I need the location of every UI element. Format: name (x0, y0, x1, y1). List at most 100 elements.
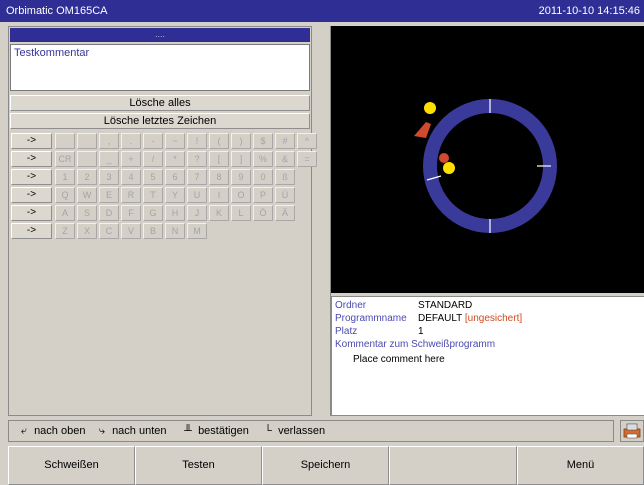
keyboard-row-6: -> Z X C V B N M (11, 223, 311, 239)
keyboard-key[interactable]: 6 (165, 169, 185, 185)
keyboard-key[interactable]: A (55, 205, 75, 221)
menu-button[interactable]: Menü (517, 446, 644, 485)
keyboard-key[interactable]: = (297, 151, 317, 167)
keyboard-key[interactable]: Z (55, 223, 75, 239)
keyboard-key[interactable]: ? (187, 151, 207, 167)
keyboard-key[interactable]: 0 (253, 169, 273, 185)
electrode-top-dot (424, 102, 436, 114)
keyboard-key[interactable]: H (165, 205, 185, 221)
keyboard-key[interactable]: ) (231, 133, 251, 149)
keyboard-key[interactable]: 1 (55, 169, 75, 185)
keyboard-key[interactable]: I (209, 187, 229, 203)
keyboard-key[interactable]: # (275, 133, 295, 149)
electrode-center-dot (443, 162, 455, 174)
orbit-diagram (414, 99, 557, 233)
pivot-dot (439, 153, 449, 163)
keyboard-row-3: -> 1 2 3 4 5 6 7 8 9 0 ß (11, 169, 311, 185)
keyboard-row-2: -> CR _ + / *?[]% & = (11, 151, 317, 167)
keyboard-key[interactable]: Ü (275, 187, 295, 203)
keyboard-key[interactable] (77, 151, 97, 167)
row-select-arrow-button[interactable]: -> (11, 133, 52, 149)
keyboard-key[interactable]: L (231, 205, 251, 221)
unsaved-flag: [ungesichert] (464, 313, 523, 324)
keyboard-key[interactable]: 7 (187, 169, 207, 185)
weld-button[interactable]: Schweißen (8, 446, 135, 485)
arrow-up-icon: ⤶ (20, 425, 28, 437)
keyboard-key[interactable]: , (99, 133, 119, 149)
keyboard-key[interactable]: T (143, 187, 163, 203)
keyboard-key[interactable]: E (99, 187, 119, 203)
comment-editor-panel: .... Testkommentar Lösche alles Lösche l… (8, 26, 317, 416)
save-button[interactable]: Speichern (262, 446, 389, 485)
keyboard-key[interactable]: Y (165, 187, 185, 203)
keyboard-key[interactable]: CR (55, 151, 75, 167)
keyboard-key[interactable]: 9 (231, 169, 251, 185)
keyboard-key[interactable]: S (77, 205, 97, 221)
keyboard-key[interactable]: ! (187, 133, 207, 149)
row-select-arrow-button[interactable]: -> (11, 169, 52, 185)
program-panel: Ordner STANDARD Programmname DEFAULT [un… (330, 26, 644, 416)
keyboard-key[interactable]: B (143, 223, 163, 239)
keyboard-key[interactable]: [ (209, 151, 229, 167)
clear-all-button[interactable]: Lösche alles (10, 95, 310, 111)
delete-last-char-button[interactable]: Lösche letztes Zeichen (10, 113, 310, 129)
comment-input[interactable]: Testkommentar (10, 44, 310, 91)
keyboard-key[interactable]: & (275, 151, 295, 167)
keyboard-key[interactable]: C (99, 223, 119, 239)
keyboard-key[interactable]: G (143, 205, 163, 221)
keyboard-key[interactable]: M (187, 223, 207, 239)
keyboard-key[interactable]: Q (55, 187, 75, 203)
keyboard-key[interactable]: R (121, 187, 141, 203)
keyboard-key[interactable] (55, 133, 75, 149)
program-name-label: Programmname (335, 313, 407, 324)
row-select-arrow-button[interactable]: -> (11, 205, 52, 221)
keyboard-key[interactable]: * (165, 151, 185, 167)
keyboard-key[interactable]: ß (275, 169, 295, 185)
program-name-value: DEFAULT (418, 313, 463, 324)
keyboard-row-5: -> A S D F G H J K L Ö Ä (11, 205, 311, 221)
row-select-arrow-button[interactable]: -> (11, 187, 52, 203)
hint-up-label: nach oben (34, 425, 86, 437)
keyboard-key[interactable]: 5 (143, 169, 163, 185)
keyboard-key[interactable]: _ (99, 151, 119, 167)
keyboard-key[interactable]: 3 (99, 169, 119, 185)
row-select-arrow-button[interactable]: -> (11, 151, 52, 167)
keyboard-key[interactable]: 8 (209, 169, 229, 185)
test-button[interactable]: Testen (135, 446, 262, 485)
keyboard-key[interactable]: F (121, 205, 141, 221)
leave-icon: └ (264, 425, 272, 437)
keyboard-key[interactable]: U (187, 187, 207, 203)
keyboard-key[interactable]: K (209, 205, 229, 221)
keyboard-key[interactable]: V (121, 223, 141, 239)
softkey-bar: Schweißen Testen Speichern Menü (8, 446, 644, 485)
keyboard-key[interactable]: ( (209, 133, 229, 149)
print-button[interactable] (620, 420, 644, 442)
keyboard-key[interactable]: ~ (165, 133, 185, 149)
keyboard-key[interactable]: 4 (121, 169, 141, 185)
keyboard-key[interactable]: - (143, 133, 163, 149)
keyboard-key[interactable]: Ä (275, 205, 295, 221)
hint-confirm-label: bestätigen (198, 425, 249, 437)
keyboard-key[interactable]: J (187, 205, 207, 221)
keyboard-key[interactable]: + (121, 151, 141, 167)
program-comment-value: Place comment here (353, 354, 445, 365)
keyboard-key[interactable]: D (99, 205, 119, 221)
keyboard-key[interactable]: Ö (253, 205, 273, 221)
keyboard-key[interactable]: N (165, 223, 185, 239)
keyboard-key[interactable]: 2 (77, 169, 97, 185)
keyboard-key[interactable]: . (121, 133, 141, 149)
confirm-icon: ╨ (184, 425, 192, 437)
keyboard-key[interactable] (77, 133, 97, 149)
keyboard-key[interactable]: / (143, 151, 163, 167)
keyboard-key[interactable]: X (77, 223, 97, 239)
folder-value: STANDARD (418, 300, 473, 311)
keyboard-key[interactable]: ^ (297, 133, 317, 149)
keyboard-key[interactable]: W (77, 187, 97, 203)
keyboard-key[interactable]: % (253, 151, 273, 167)
keyboard-key[interactable]: P (253, 187, 273, 203)
keyboard-key[interactable]: O (231, 187, 251, 203)
keyboard-key[interactable]: $ (253, 133, 273, 149)
row-select-arrow-button[interactable]: -> (11, 223, 52, 239)
empty-softkey[interactable] (389, 446, 517, 485)
keyboard-key[interactable]: ] (231, 151, 251, 167)
